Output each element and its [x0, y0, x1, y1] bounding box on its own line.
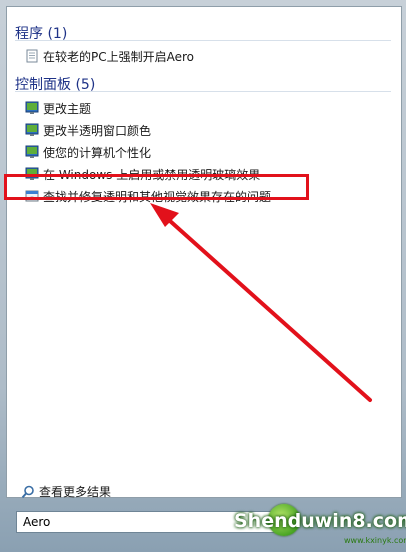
section-divider [15, 91, 391, 92]
red-highlight-box [4, 174, 309, 200]
see-more-results-link[interactable]: 查看更多结果 [21, 483, 111, 500]
section-divider [15, 40, 391, 41]
search-icon [21, 485, 34, 498]
result-label: 在较老的PC上强制开启Aero [43, 49, 195, 64]
control-panel-result-change-theme[interactable]: 更改主题 [25, 99, 91, 117]
start-menu-window: 程序 (1) 在较老的PC上强制开启Aero 控制面板 (5) 更改主题 更改半… [0, 0, 406, 552]
control-panel-result-personalize[interactable]: 使您的计算机个性化 [25, 143, 151, 161]
document-icon [26, 49, 38, 63]
watermark-text: Shenduwin8.com [234, 510, 406, 532]
result-label: 更改主题 [43, 101, 92, 116]
control-panel-result-window-color[interactable]: 更改半透明窗口颜色 [25, 121, 151, 139]
watermark: Shenduwin8.com www.kxinyk.com [226, 500, 406, 548]
control-panel-icon [25, 123, 39, 136]
see-more-label: 查看更多结果 [39, 485, 112, 499]
result-label: 使您的计算机个性化 [43, 145, 152, 160]
watermark-subtext: www.kxinyk.com [344, 536, 406, 545]
control-panel-icon [25, 101, 39, 114]
result-label: 更改半透明窗口颜色 [43, 123, 152, 138]
program-result-aero[interactable]: 在较老的PC上强制开启Aero [25, 47, 194, 65]
search-results-panel: 程序 (1) 在较老的PC上强制开启Aero 控制面板 (5) 更改主题 更改半… [6, 6, 402, 500]
control-panel-icon [25, 145, 39, 158]
